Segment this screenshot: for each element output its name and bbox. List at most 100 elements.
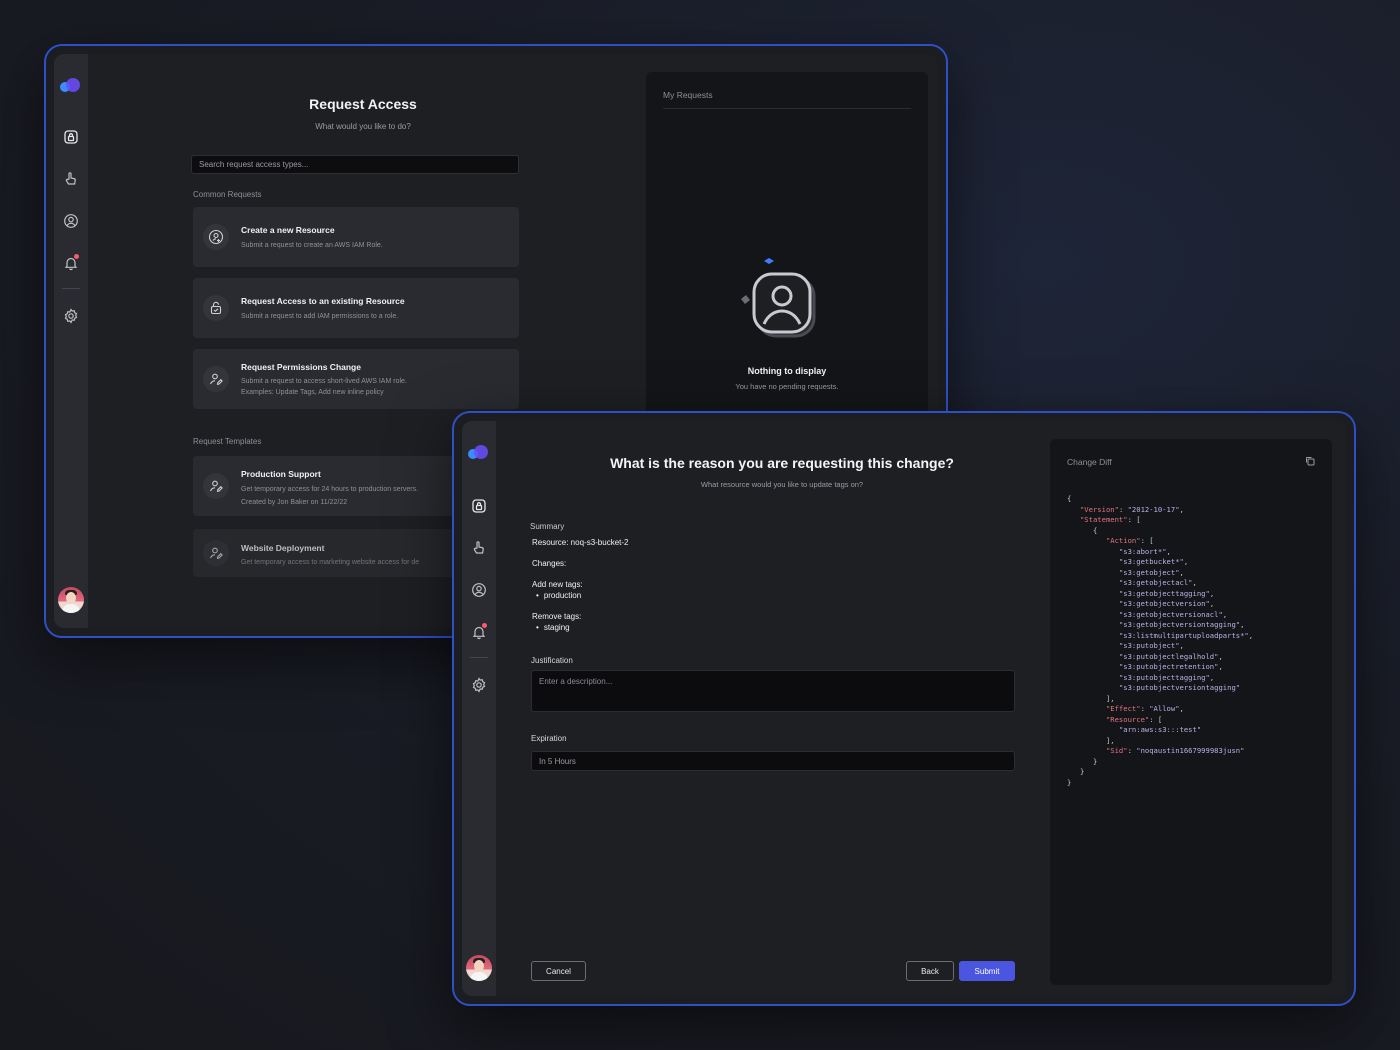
code-line: ],	[1067, 735, 1115, 745]
code-line: "s3:getobjectversion",	[1118, 599, 1215, 608]
card-title: Request Permissions Change	[241, 362, 361, 372]
card-description: Submit a request to access short-lived A…	[241, 376, 407, 398]
justification-textarea[interactable]: Enter a description...	[531, 670, 1015, 712]
json-key: "Action"	[1105, 536, 1141, 545]
request-card-existing-resource[interactable]: Request Access to an existing Resource S…	[193, 278, 519, 338]
card-title: Request Access to an existing Resource	[241, 296, 405, 306]
json-value: "s3:putobjectretention"	[1118, 662, 1219, 671]
json-value: "s3:getobjectversiontagging"	[1118, 620, 1241, 629]
request-card-create-resource[interactable]: Create a new Resource Submit a request t…	[193, 207, 519, 267]
change-request-screen: What is the reason you are requesting th…	[462, 421, 1346, 996]
common-requests-label: Common Requests	[193, 190, 262, 199]
code-line: "s3:abort*",	[1118, 546, 1171, 556]
summary-resource: Resource: noq-s3-bucket-2	[532, 538, 629, 547]
expiration-label: Expiration	[531, 734, 567, 743]
json-value: "s3:putobjecttagging"	[1118, 672, 1210, 682]
card-description: Get temporary access for 24 hours to pro…	[241, 483, 418, 509]
lock-icon[interactable]	[62, 128, 80, 146]
code-line: "s3:putobjectversiontagging"	[1067, 683, 1324, 694]
notification-dot	[482, 623, 487, 628]
app-logo[interactable]	[60, 78, 82, 94]
card-description: Submit a request to add IAM permissions …	[241, 313, 399, 320]
notification-dot	[74, 254, 79, 259]
code-line: "s3:getobject",	[1118, 567, 1184, 577]
page-subtitle: What would you like to do?	[315, 122, 411, 131]
json-value: "s3:putobjectversiontagging"	[1118, 683, 1241, 692]
json-value: "noqaustin1667999983jusn"	[1136, 746, 1245, 755]
user-circle-icon[interactable]	[470, 581, 488, 599]
json-value: "s3:getobjectversionacl"	[1118, 609, 1223, 619]
json-value: "s3:getbucket*"	[1118, 557, 1184, 566]
json-value: "s3:getobjectversion"	[1118, 599, 1210, 608]
search-input[interactable]: Search request access types...	[191, 155, 519, 174]
remove-tags-label: Remove tags:	[532, 612, 582, 621]
user-add-icon	[203, 224, 229, 250]
json-value: "2012-10-17"	[1127, 504, 1180, 514]
submit-button[interactable]: Submit	[959, 961, 1015, 981]
lock-icon[interactable]	[470, 497, 488, 515]
code-line: "s3:getobjecttagging",	[1118, 588, 1215, 598]
request-templates-label: Request Templates	[193, 437, 262, 446]
card-description: Get temporary access to marketing websit…	[241, 559, 420, 566]
card-title: Create a new Resource	[241, 225, 335, 235]
page-title: What is the reason you are requesting th…	[610, 455, 954, 471]
sidebar-divider	[62, 288, 80, 289]
expiration-select[interactable]: In 5 Hours	[531, 751, 1015, 771]
user-avatar[interactable]	[466, 955, 492, 981]
code-line: {	[1067, 525, 1098, 535]
code-line: "Version": "2012-10-17",	[1079, 504, 1184, 514]
code-line: "arn:aws:s3:::test"	[1067, 725, 1324, 736]
remove-tag-item: staging	[536, 623, 570, 632]
code-line: "s3:getbucket*",	[1118, 557, 1189, 566]
json-value: "s3:putobjectlegalhold"	[1118, 651, 1219, 661]
hand-pointer-icon[interactable]	[470, 539, 488, 557]
code-line: "s3:listmultipartuploadparts*",	[1118, 630, 1254, 640]
json-value: "s3:getobjectacl"	[1118, 578, 1193, 587]
page-subtitle: What resource would you like to update t…	[700, 480, 864, 489]
summary-label: Summary	[530, 522, 565, 531]
cancel-button[interactable]: Cancel	[531, 961, 586, 981]
json-value: "arn:aws:s3:::test"	[1118, 725, 1202, 734]
code-line: {	[1067, 494, 1072, 503]
empty-state-subtitle: You have no pending requests.	[735, 382, 839, 391]
copy-icon[interactable]	[1305, 456, 1315, 466]
sidebar-divider	[470, 657, 488, 658]
hand-pointer-icon[interactable]	[62, 170, 80, 188]
code-line: "Action": [	[1105, 536, 1154, 545]
card-description-line: Submit a request to access short-lived A…	[241, 378, 407, 385]
code-line: "Statement": [	[1079, 515, 1141, 524]
sidebar	[54, 54, 88, 628]
code-line: "s3:putobjectretention",	[1118, 662, 1223, 671]
app-logo[interactable]	[468, 445, 490, 461]
json-value: "s3:putobject"	[1118, 641, 1180, 650]
code-line: "s3:putobjecttagging",	[1118, 672, 1215, 682]
card-description-line: Examples: Update Tags, Add new inline po…	[241, 389, 384, 396]
policy-json-code: { "Version": "2012-10-17", "Statement": …	[1067, 494, 1324, 788]
json-value: "s3:getobject"	[1118, 567, 1180, 577]
json-key: "Sid"	[1105, 746, 1128, 755]
json-key: "Resource"	[1105, 714, 1150, 724]
user-edit-icon	[203, 473, 229, 499]
gear-icon[interactable]	[470, 676, 488, 694]
panel-title: My Requests	[663, 90, 713, 100]
json-value: "s3:abort*"	[1118, 546, 1167, 556]
user-circle-icon[interactable]	[62, 212, 80, 230]
json-key: "Effect"	[1105, 704, 1141, 713]
user-avatar[interactable]	[58, 587, 84, 613]
actions-list: "s3:abort*", "s3:getbucket*", "s3:getobj…	[1067, 547, 1324, 694]
bell-icon[interactable]	[62, 254, 80, 272]
gear-icon[interactable]	[62, 307, 80, 325]
card-description-line: Get temporary access for 24 hours to pro…	[241, 486, 419, 493]
code-line: }	[1067, 767, 1085, 776]
code-line: "s3:getobjectversiontagging",	[1118, 620, 1245, 629]
request-card-permissions-change[interactable]: Request Permissions Change Submit a requ…	[193, 349, 519, 409]
add-tag-item: production	[536, 591, 581, 600]
change-request-window: What is the reason you are requesting th…	[452, 411, 1356, 1006]
bell-icon[interactable]	[470, 623, 488, 641]
empty-state-title: Nothing to display	[747, 366, 827, 376]
back-button[interactable]: Back	[906, 961, 954, 981]
code-line: "Sid": "noqaustin1667999983jusn"	[1105, 746, 1245, 755]
code-line: "s3:getobjectacl",	[1118, 578, 1197, 587]
add-tags-label: Add new tags:	[532, 580, 583, 589]
card-description: Submit a request to create an AWS IAM Ro…	[241, 242, 383, 249]
